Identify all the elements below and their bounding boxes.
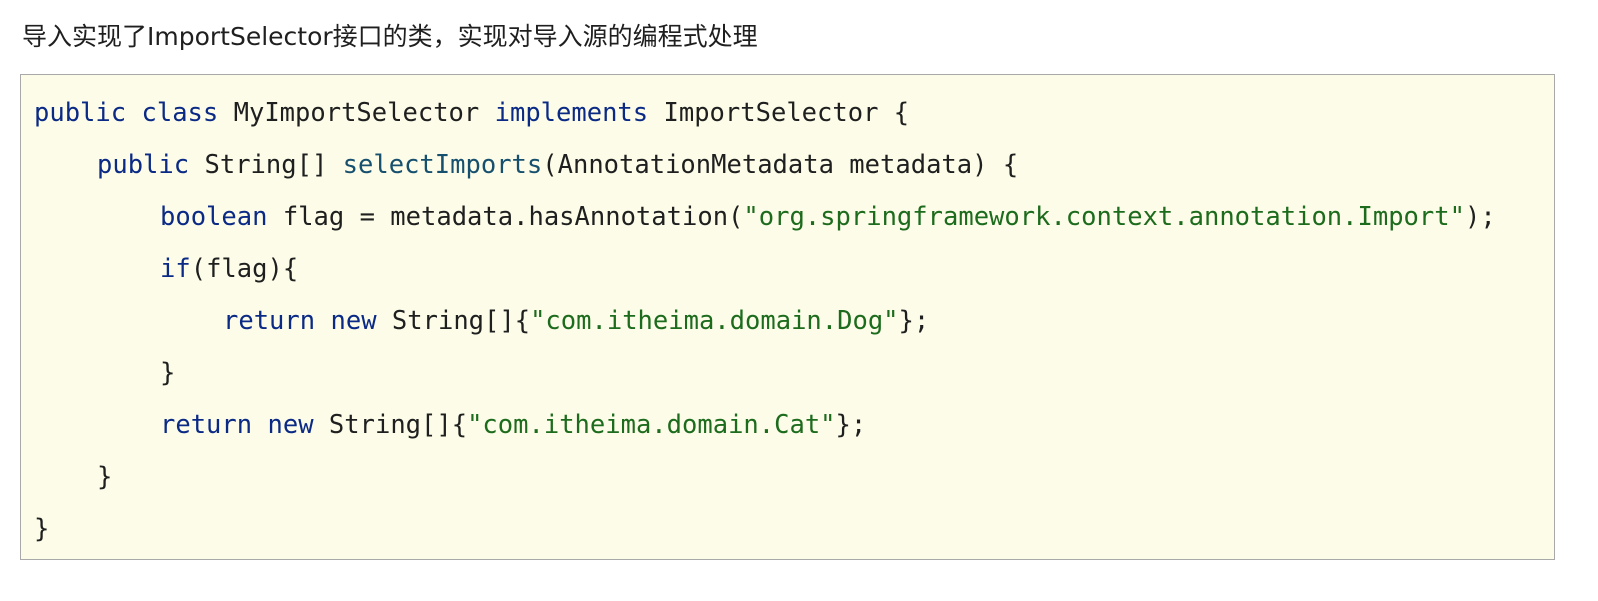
- code-line-5: return new String[]{"com.itheima.domain.…: [34, 301, 929, 341]
- open-brace: {: [893, 98, 910, 128]
- string-literal: "org.springframework.context.annotation.…: [743, 202, 1465, 232]
- code-line-6: }: [34, 353, 175, 393]
- keyword-new: new: [267, 410, 314, 440]
- code-line-7: return new String[]{"com.itheima.domain.…: [34, 405, 866, 445]
- code-line-1: public class MyImportSelector implements…: [34, 93, 909, 133]
- code-line-3: boolean flag = metadata.hasAnnotation("o…: [34, 197, 1496, 237]
- method-name: selectImports: [342, 150, 543, 180]
- keyword-return: return: [160, 410, 253, 440]
- code-text: );: [1464, 202, 1496, 232]
- code-text: };: [898, 306, 930, 336]
- keyword-if: if: [160, 254, 191, 284]
- keyword-boolean: boolean: [160, 202, 268, 232]
- code-text: };: [835, 410, 867, 440]
- return-type: String[]: [204, 150, 328, 180]
- method-params: (AnnotationMetadata metadata) {: [542, 150, 1019, 180]
- code-line-8: }: [34, 457, 112, 497]
- class-name: MyImportSelector: [233, 98, 480, 128]
- close-brace: }: [34, 514, 50, 544]
- code-text: flag = metadata.hasAnnotation(: [282, 202, 744, 232]
- keyword-new: new: [330, 306, 377, 336]
- keyword-public: public: [97, 150, 190, 180]
- close-brace: }: [160, 358, 176, 388]
- code-text: String[]{: [391, 306, 531, 336]
- keyword-public: public: [34, 98, 127, 128]
- keyword-return: return: [223, 306, 316, 336]
- code-line-2: public String[] selectImports(Annotation…: [34, 145, 1018, 185]
- code-line-4: if(flag){: [34, 249, 298, 289]
- close-brace: }: [97, 462, 113, 492]
- code-line-9: }: [34, 509, 49, 549]
- interface-name: ImportSelector: [663, 98, 879, 128]
- code-text: String[]{: [328, 410, 468, 440]
- code-text: (flag){: [190, 254, 299, 284]
- string-literal: "com.itheima.domain.Cat": [467, 410, 836, 440]
- keyword-implements: implements: [494, 98, 649, 128]
- description-heading: 导入实现了ImportSelector接口的类，实现对导入源的编程式处理: [22, 22, 758, 51]
- code-block: public class MyImportSelector implements…: [20, 74, 1555, 560]
- string-literal: "com.itheima.domain.Dog": [530, 306, 899, 336]
- keyword-class: class: [141, 98, 219, 128]
